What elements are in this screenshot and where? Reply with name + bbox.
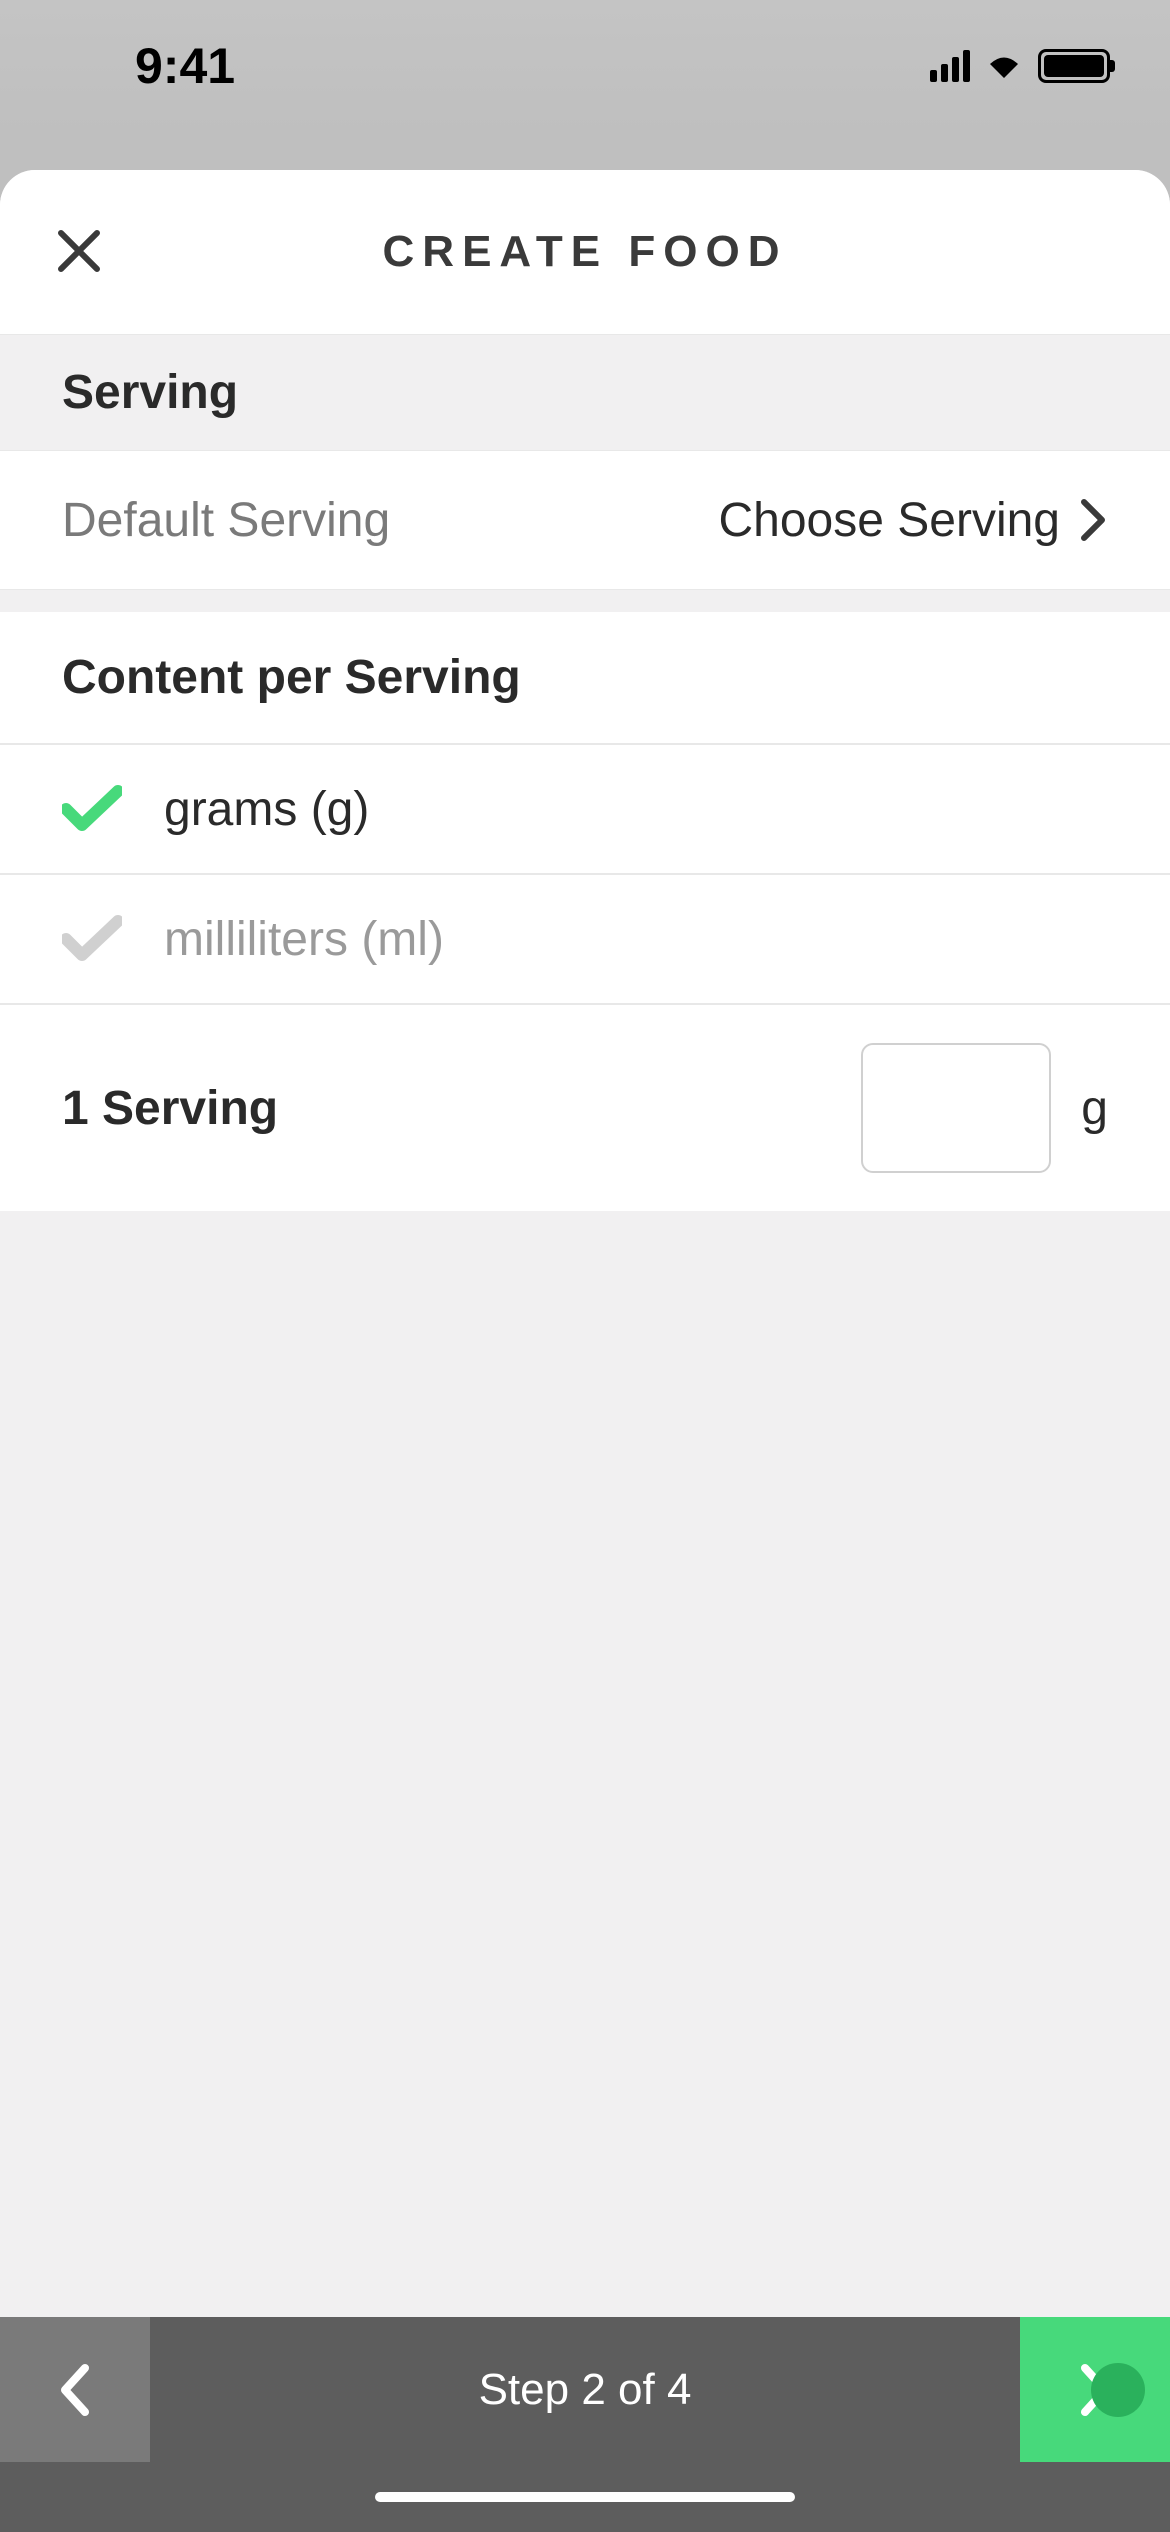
status-time: 9:41: [60, 37, 235, 95]
footer: Step 2 of 4: [0, 2317, 1170, 2462]
content-per-serving-section: Content per Serving grams (g) milliliter…: [0, 612, 1170, 1211]
content-section-header: Content per Serving: [0, 612, 1170, 745]
unit-row-milliliters[interactable]: milliliters (ml): [0, 875, 1170, 1005]
spacer: [0, 1211, 1170, 2317]
default-serving-row[interactable]: Default Serving Choose Serving: [0, 450, 1170, 590]
next-indicator-dot: [1091, 2363, 1145, 2417]
step-indicator: Step 2 of 4: [479, 2365, 692, 2415]
status-icons: [930, 49, 1110, 83]
cellular-signal-icon: [930, 50, 970, 82]
unit-row-grams[interactable]: grams (g): [0, 745, 1170, 875]
battery-icon: [1038, 49, 1110, 83]
home-indicator-area: [0, 2462, 1170, 2532]
serving-amount-input[interactable]: [861, 1043, 1051, 1173]
close-button[interactable]: [45, 217, 113, 288]
back-button[interactable]: [0, 2317, 150, 2462]
amount-input-group: g: [861, 1043, 1108, 1173]
serving-section-header: Serving: [0, 335, 1170, 450]
next-button[interactable]: [1020, 2317, 1170, 2462]
header: CREATE FOOD: [0, 170, 1170, 335]
unit-milliliters-label: milliliters (ml): [164, 912, 444, 967]
unit-suffix: g: [1081, 1081, 1108, 1136]
status-bar: 9:41: [0, 0, 1170, 132]
check-icon: [62, 915, 122, 963]
home-indicator[interactable]: [375, 2492, 795, 2502]
wifi-icon: [984, 50, 1024, 82]
close-icon: [55, 227, 103, 275]
unit-grams-label: grams (g): [164, 782, 369, 837]
serving-amount-row: 1 Serving g: [0, 1005, 1170, 1211]
default-serving-value: Choose Serving: [718, 493, 1108, 548]
chevron-left-icon: [57, 2360, 93, 2420]
chevron-right-icon: [1080, 498, 1108, 542]
serving-amount-label: 1 Serving: [62, 1081, 278, 1136]
default-serving-label: Default Serving: [62, 493, 390, 548]
page-title: CREATE FOOD: [383, 227, 788, 277]
check-icon: [62, 785, 122, 833]
app-container: CREATE FOOD Serving Default Serving Choo…: [0, 170, 1170, 2532]
